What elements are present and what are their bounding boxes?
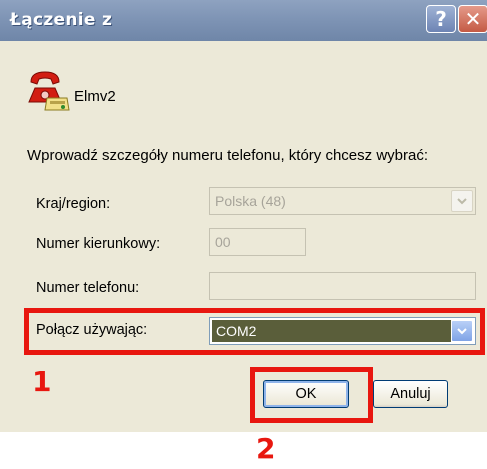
annotation-marker-1: 1	[32, 365, 52, 398]
window-title: Łączenie z	[10, 10, 113, 30]
annotation-box-2	[250, 367, 373, 423]
area-code-value: 00	[215, 234, 231, 250]
country-label: Kraj/region:	[36, 196, 111, 212]
phone-input[interactable]	[209, 272, 476, 300]
area-code-input[interactable]: 00	[209, 228, 306, 256]
dialog-window: Łączenie z ? ✕ Elmv2 Wprowadź szczegóły …	[0, 0, 487, 432]
phone-label: Numer telefonu:	[36, 280, 140, 296]
connection-name: Elmv2	[74, 88, 116, 105]
close-button[interactable]: ✕	[458, 5, 487, 33]
instruction-text: Wprowadź szczegóły numeru telefonu, któr…	[27, 147, 428, 164]
cancel-button[interactable]: Anuluj	[373, 380, 448, 408]
help-icon: ?	[435, 7, 447, 31]
title-bar[interactable]: Łączenie z ? ✕	[0, 0, 487, 41]
annotation-marker-2: 2	[256, 432, 276, 465]
country-select[interactable]: Polska (48)	[209, 187, 476, 215]
country-value: Polska (48)	[215, 193, 286, 209]
close-icon: ✕	[464, 7, 482, 31]
annotation-box-1	[24, 308, 485, 355]
area-code-label: Numer kierunkowy:	[36, 236, 161, 252]
phone-icon	[28, 71, 70, 111]
help-button[interactable]: ?	[426, 5, 456, 33]
chevron-down-icon[interactable]	[451, 190, 473, 212]
